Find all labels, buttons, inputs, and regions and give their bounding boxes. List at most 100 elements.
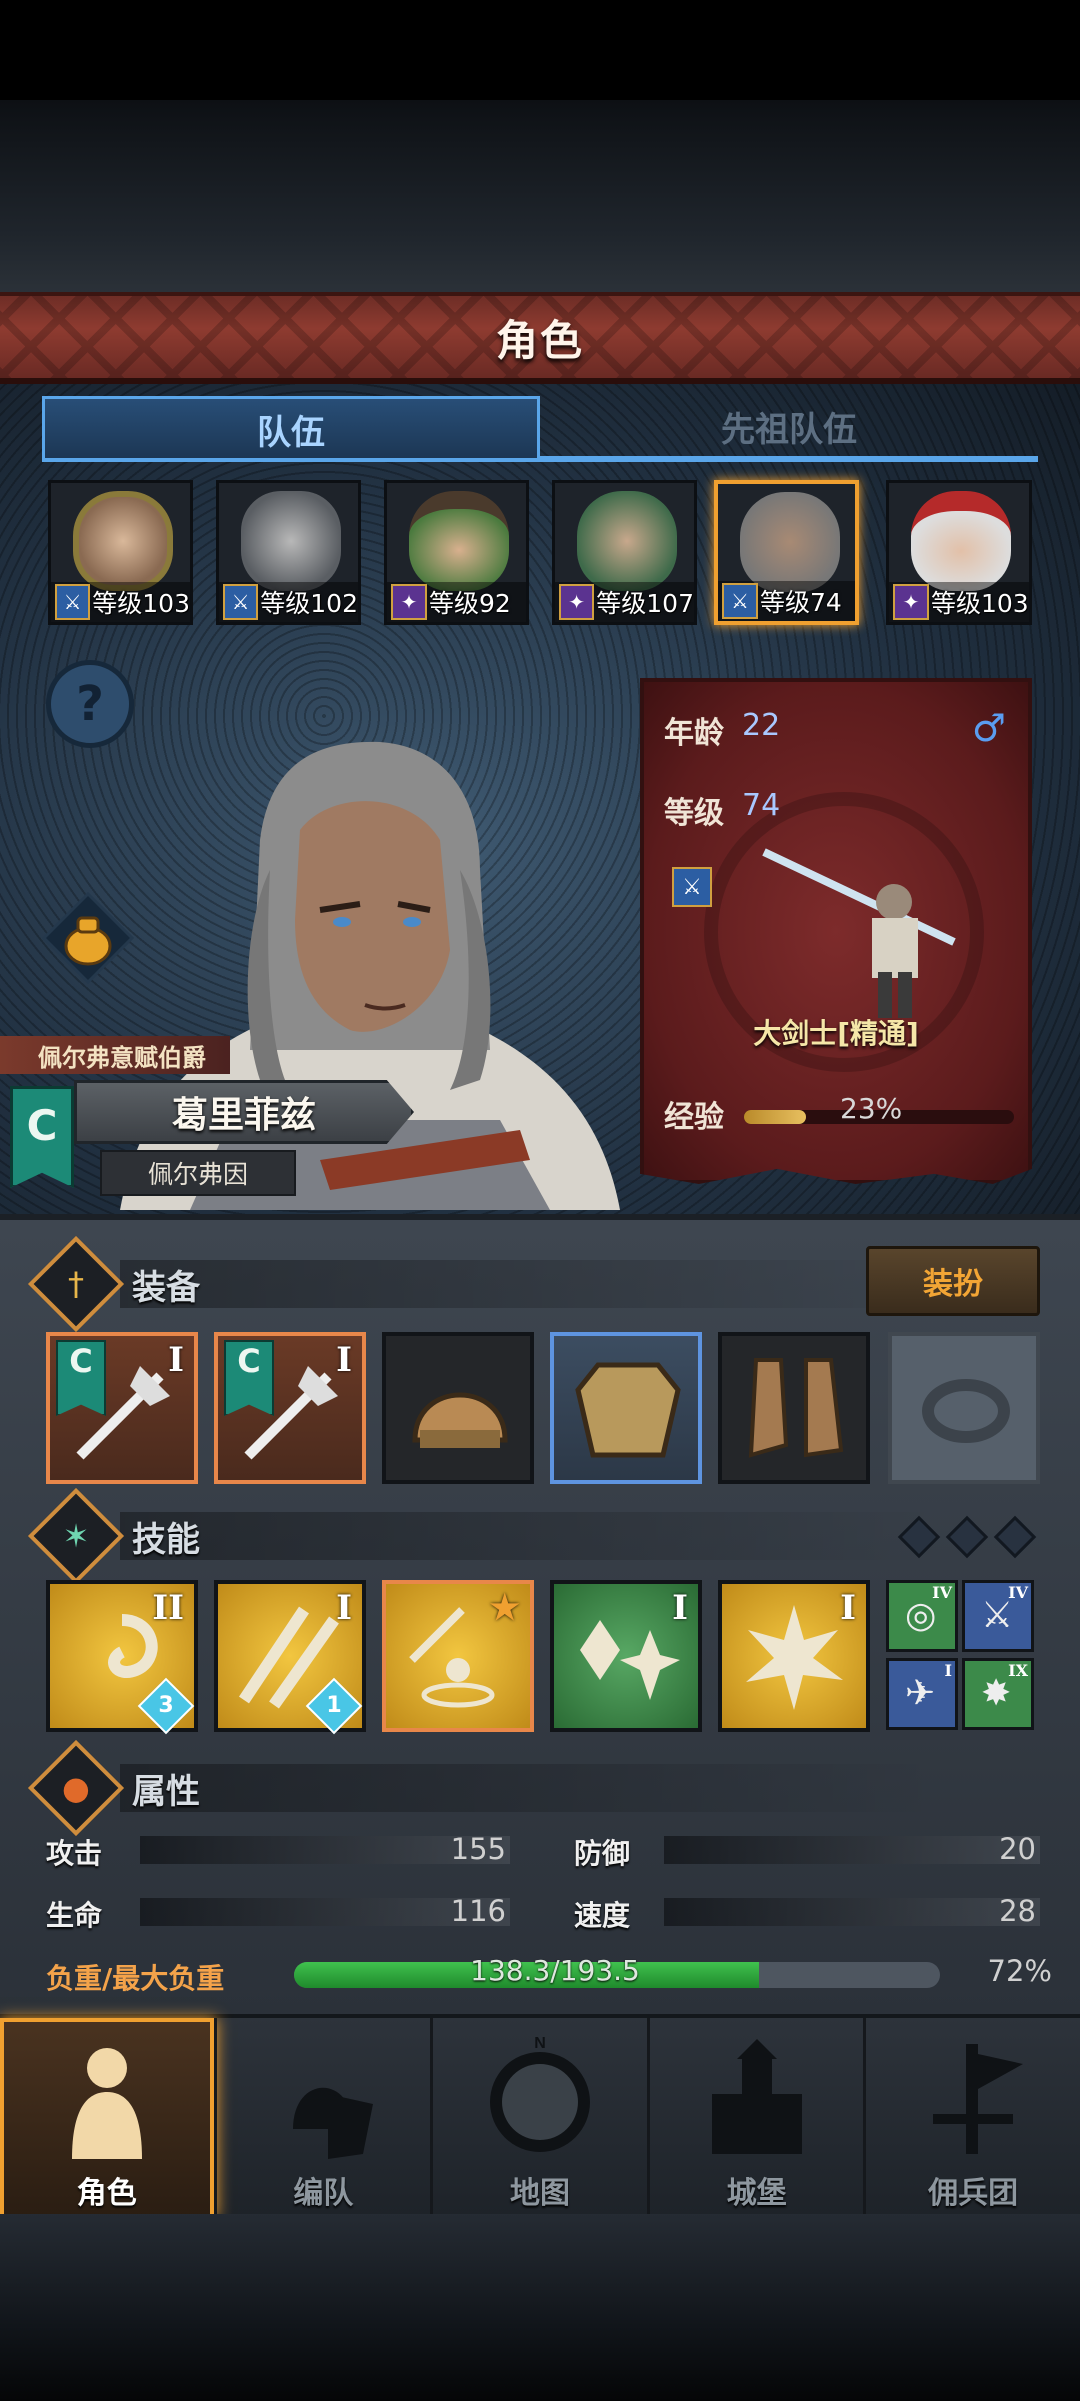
class-figure xyxy=(762,848,956,1018)
skill-shatter[interactable]: I xyxy=(550,1580,702,1732)
portrait-face xyxy=(241,491,341,591)
impact-icon xyxy=(746,1605,843,1710)
sword-icon: ⚔ xyxy=(722,583,758,619)
skill-double-slash[interactable]: I 1 xyxy=(214,1580,366,1735)
bird-icon: ✈ xyxy=(905,1673,936,1714)
skill-slot-diamond xyxy=(993,1515,1037,1559)
party-member-5[interactable]: ⚔ 等级74 xyxy=(714,480,859,625)
blade-circle-icon xyxy=(409,1607,495,1708)
level-label: 等级103 xyxy=(931,589,1029,618)
nav-map[interactable]: N 地图 xyxy=(433,2018,650,2218)
equip-slot-weapon-2[interactable]: C I xyxy=(214,1332,366,1484)
passive-skill-2[interactable]: IV ⚔ xyxy=(962,1580,1034,1652)
crystal-burst-icon xyxy=(580,1620,680,1700)
boots-icon xyxy=(748,1358,844,1458)
ring-icon xyxy=(922,1379,1010,1443)
nav-label: 编队 xyxy=(293,2176,354,2211)
exp-fill xyxy=(744,1110,807,1124)
outfit-button[interactable]: 装扮 xyxy=(866,1246,1040,1316)
nav-mercenary[interactable]: 佣兵团 xyxy=(866,2018,1080,2218)
skills-header: ✶ 技能 xyxy=(0,1487,1080,1585)
tab-team[interactable]: 队伍 xyxy=(42,396,540,460)
mace-icon xyxy=(76,1366,170,1460)
defense-value: 20 xyxy=(999,1832,1036,1866)
armor-icon xyxy=(575,1362,681,1458)
age-label: 年龄 xyxy=(664,716,724,751)
skill-summon-blades[interactable]: ★ xyxy=(382,1580,534,1732)
level-label: 等级107 xyxy=(596,589,694,618)
hero-name[interactable]: 葛里菲兹 xyxy=(74,1080,414,1144)
nav-label: 佣兵团 xyxy=(928,2176,1019,2211)
passive-skill-4[interactable]: IX ✸ xyxy=(962,1658,1034,1730)
equipment-label: 装备 xyxy=(132,1267,200,1308)
staff-icon: ✦ xyxy=(893,584,929,620)
portrait-face xyxy=(740,492,840,592)
male-icon: ♂ xyxy=(971,706,1006,750)
skill-slot-diamond xyxy=(945,1515,989,1559)
title-bar: 角色 xyxy=(0,292,1080,384)
portrait-face xyxy=(577,491,677,591)
hero-origin: 佩尔弗因 xyxy=(100,1150,296,1196)
party-member-4[interactable]: ✦ 等级107 xyxy=(552,480,697,625)
nav-castle[interactable]: 城堡 xyxy=(650,2018,867,2218)
level-label: 等级 xyxy=(664,796,724,831)
equip-slot-helmet[interactable] xyxy=(382,1332,534,1484)
party-member-6[interactable]: ✦ 等级103 xyxy=(886,480,1032,625)
equip-slot-armor[interactable] xyxy=(550,1332,702,1484)
age-row: 年龄 22 xyxy=(664,708,780,752)
skill-impact[interactable]: I xyxy=(718,1580,870,1732)
page-title: 角色 xyxy=(495,315,584,365)
bottom-backdrop xyxy=(0,2214,1080,2401)
compass-north-label: N xyxy=(534,2035,546,2052)
nav-formation[interactable]: 编队 xyxy=(217,2018,434,2218)
attributes-label: 属性 xyxy=(132,1771,200,1812)
sword-icon: ⚔ xyxy=(55,584,91,620)
bottom-nav: 角色 编队 N 地图 城堡 佣兵团 xyxy=(0,2014,1080,2218)
helmet-icon xyxy=(412,1392,508,1448)
top-backdrop xyxy=(0,100,1080,292)
portrait-face xyxy=(409,491,509,591)
staff-icon: ✦ xyxy=(559,584,595,620)
exp-label: 经验 xyxy=(664,1100,724,1135)
skill-whirlwind[interactable]: II 3 xyxy=(46,1580,198,1735)
equip-slot-boots[interactable] xyxy=(718,1332,870,1484)
load-percent: 72% xyxy=(987,1954,1052,1988)
level-label: 等级92 xyxy=(429,589,511,618)
attributes-header: ● 属性 xyxy=(0,1739,1080,1837)
attack-label: 攻击 xyxy=(46,1837,103,1870)
burst-icon: ✸ xyxy=(981,1673,1012,1714)
status-area xyxy=(0,0,1080,100)
class-name: 大剑士[精通] xyxy=(753,1017,919,1050)
speed-value: 28 xyxy=(999,1894,1036,1928)
target-icon: ◎ xyxy=(905,1595,937,1636)
hero-title: 佩尔弗意赋伯爵 xyxy=(0,1036,230,1074)
portrait-face xyxy=(73,491,173,591)
compass-map-icon: N xyxy=(489,2035,590,2152)
party-member-2[interactable]: ⚔ 等级102 xyxy=(216,480,361,625)
load-label: 负重/最大负重 xyxy=(46,1962,225,1995)
castle-icon xyxy=(711,2039,802,2154)
age-value: 22 xyxy=(742,708,781,743)
portrait-face xyxy=(911,491,1011,591)
character-info-card: 年龄 22 ♂ 等级 74 ⚔ 大剑士[精通] 经验 23% xyxy=(640,678,1032,1184)
banner-sword-icon xyxy=(933,2044,1024,2154)
tab-ancestor-team[interactable]: 先祖队伍 xyxy=(540,396,1038,460)
sword-icon: ⚔ xyxy=(223,584,259,620)
skills-label: 技能 xyxy=(132,1519,200,1560)
faction-banner: C xyxy=(10,1086,74,1188)
staff-icon: ✦ xyxy=(391,584,427,620)
equip-slot-weapon-1[interactable]: C I xyxy=(46,1332,198,1484)
party-member-1[interactable]: ⚔ 等级103 xyxy=(48,480,193,625)
level-label: 等级103 xyxy=(92,589,190,618)
party-member-3[interactable]: ✦ 等级92 xyxy=(384,480,529,625)
equip-slot-ring[interactable] xyxy=(888,1332,1040,1484)
passive-skill-3[interactable]: I ✈ xyxy=(886,1658,958,1730)
defense-label: 防御 xyxy=(574,1837,631,1870)
passive-skill-1[interactable]: IV ◎ xyxy=(886,1580,958,1652)
hp-value: 116 xyxy=(450,1894,506,1928)
load-value: 138.3/193.5 xyxy=(470,1954,640,1987)
nav-character[interactable]: 角色 xyxy=(0,2018,217,2218)
level-label: 等级74 xyxy=(760,588,842,617)
attack-value: 155 xyxy=(450,1832,506,1866)
speed-label: 速度 xyxy=(574,1899,631,1932)
